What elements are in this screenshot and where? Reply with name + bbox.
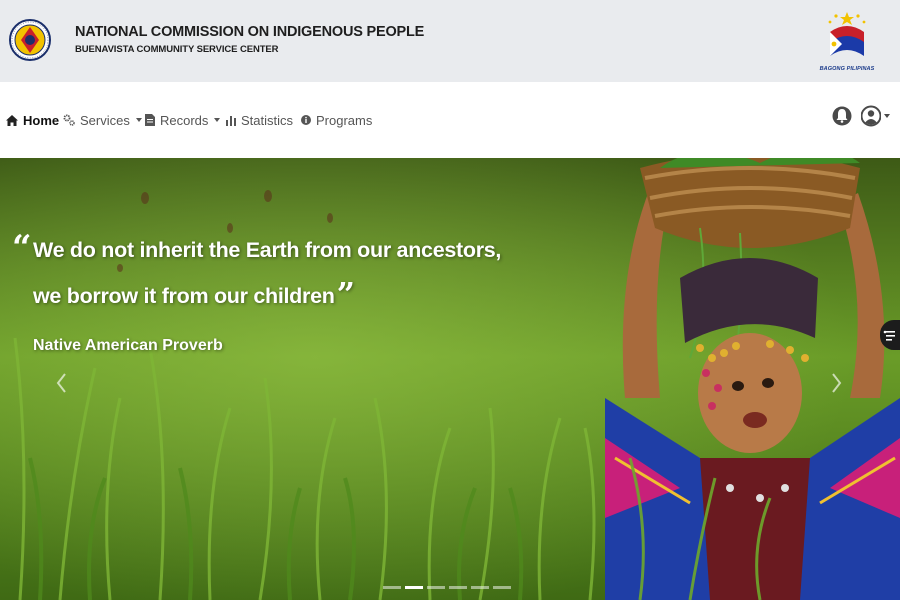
chevron-down-icon <box>135 118 142 122</box>
close-quote-mark: ” <box>336 275 355 313</box>
carousel-next-button[interactable] <box>826 368 846 398</box>
nav-label-services: Services <box>80 112 130 128</box>
chevron-down-icon <box>214 118 221 122</box>
carousel-indicator-1[interactable] <box>383 586 401 589</box>
main-navbar: Home Services Records Statistics Program… <box>0 82 900 158</box>
bagong-pilipinas-logo-icon <box>828 12 866 56</box>
organization-title: NATIONAL COMMISSION ON INDIGENOUS PEOPLE <box>75 24 425 40</box>
list-settings-icon <box>883 330 895 341</box>
hero-carousel: “ We do not inherit the Earth from our a… <box>0 158 900 600</box>
bagong-pilipinas-caption: BAGONG PILIPINAS <box>819 66 875 72</box>
service-center-subtitle: BUENAVISTA COMMUNITY SERVICE CENTER <box>75 44 279 55</box>
ncip-seal-icon[interactable] <box>8 8 52 72</box>
nav-label-home: Home <box>23 112 60 128</box>
side-panel-toggle[interactable] <box>880 320 900 350</box>
file-icon <box>145 114 155 126</box>
nav-item-statistics[interactable]: Statistics <box>226 110 293 130</box>
home-icon <box>6 114 18 126</box>
carousel-indicator-6[interactable] <box>493 586 511 589</box>
quote-attribution: Native American Proverb <box>33 337 223 354</box>
chevron-down-icon <box>884 114 890 118</box>
gears-icon <box>63 114 75 126</box>
chevron-right-icon <box>832 373 842 393</box>
info-circle-icon <box>301 115 311 125</box>
nav-item-programs[interactable]: Programs <box>301 110 372 130</box>
nav-item-services[interactable]: Services <box>63 110 142 130</box>
site-header: NATIONAL COMMISSION ON INDIGENOUS PEOPLE… <box>0 0 900 82</box>
nav-item-home[interactable]: Home <box>6 110 59 130</box>
open-quote-mark: “ <box>12 228 32 268</box>
user-circle-icon <box>861 105 881 127</box>
carousel-indicator-5[interactable] <box>471 586 489 589</box>
nav-label-programs: Programs <box>316 112 373 128</box>
bell-icon <box>832 106 852 126</box>
quote-line-2: we borrow it from our children <box>33 284 335 308</box>
bar-chart-icon <box>226 116 236 126</box>
quote-line-2-wrapper: we borrow it from our children” <box>33 273 355 313</box>
quote-line-1: We do not inherit the Earth from our anc… <box>33 238 502 262</box>
user-menu-button[interactable] <box>861 103 891 129</box>
carousel-indicator-2[interactable] <box>405 586 423 589</box>
carousel-indicator-3[interactable] <box>427 586 445 589</box>
carousel-prev-button[interactable] <box>52 368 72 398</box>
nav-item-records[interactable]: Records <box>145 110 221 130</box>
hero-background-image <box>0 158 900 600</box>
carousel-indicators <box>383 586 511 589</box>
carousel-indicator-4[interactable] <box>449 586 467 589</box>
nav-label-records: Records <box>160 112 209 128</box>
nav-label-statistics: Statistics <box>241 112 294 128</box>
chevron-left-icon <box>56 373 66 393</box>
notifications-button[interactable] <box>832 103 852 129</box>
